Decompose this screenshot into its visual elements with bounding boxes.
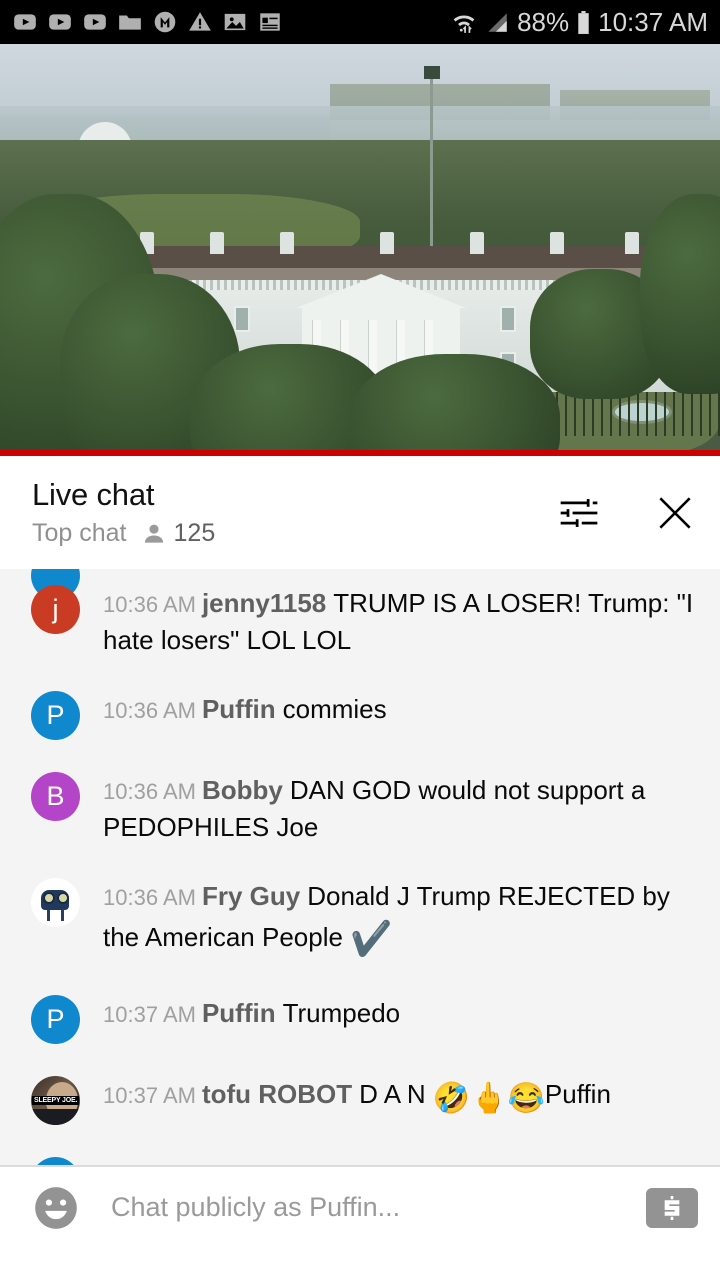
message-author[interactable]: tofu ROBOT: [202, 1079, 352, 1109]
message-timestamp: 10:36 AM: [103, 697, 196, 723]
chat-message-text: 10:37 AMPuffinTrumpedo: [103, 995, 698, 1032]
message-author[interactable]: jenny1158: [202, 588, 326, 618]
viewer-count: 125: [173, 519, 216, 547]
youtube-icon: [84, 14, 106, 30]
wifi-icon: [453, 15, 475, 33]
message-timestamp: 10:36 AM: [103, 778, 196, 804]
message-body-after: Puffin: [544, 1078, 611, 1109]
chat-message-text: 10:36 AM Bobby DAN GOD would not support a…: [103, 772, 698, 846]
avatar[interactable]: [31, 877, 80, 927]
message-body: Trumpedo: [282, 997, 401, 1028]
message-author[interactable]: Puffin: [202, 998, 276, 1028]
chat-mode-label[interactable]: Top chat: [32, 519, 127, 548]
check-mark-emoji: ✔️: [350, 919, 393, 958]
message-author[interactable]: Puffin: [202, 1160, 276, 1165]
avatar[interactable]: P: [31, 1156, 80, 1165]
battery-icon: [578, 10, 589, 34]
tree: [350, 354, 560, 456]
avatar[interactable]: P: [31, 994, 80, 1044]
message-author[interactable]: Fry Guy: [202, 881, 300, 911]
chat-message[interactable]: P 10:36 AM Puffin commies: [0, 675, 720, 756]
chat-input-bar[interactable]: Chat publicly as Puffin...: [0, 1167, 720, 1248]
chat-message[interactable]: 10:36 AM Fry Guy Donald J Trump REJECTED b…: [0, 862, 720, 979]
chat-message[interactable]: j 10:36 AM jenny1158 TRUMP IS A LOSER! Tru…: [0, 569, 720, 675]
message-author[interactable]: Bobby: [202, 775, 283, 805]
chat-message[interactable]: P 10:37 AMPuffinTrumpedo: [0, 979, 720, 1060]
chat-message-list[interactable]: j 10:36 AM jenny1158 TRUMP IS A LOSER! Tru…: [0, 569, 720, 1165]
chat-header-actions: [556, 490, 698, 536]
chat-message-text: 10:37 AM tofu ROBOT D A N 🤣🖕😂Puffin: [103, 1076, 698, 1121]
chat-message-text: 10:36 AM Puffin commies: [103, 691, 698, 728]
flag: [424, 66, 440, 79]
emoji-run: 🤣🖕😂: [432, 1081, 545, 1115]
chat-message[interactable]: SLEEPY JOE. 10:37 AM tofu ROBOT D A N 🤣🖕😂P…: [0, 1060, 720, 1141]
chat-title: Live chat: [32, 477, 155, 512]
folder-icon: [119, 15, 141, 30]
chat-message-text: 10:36 AM jenny1158 TRUMP IS A LOSER! Trump…: [103, 585, 698, 659]
message-timestamp: 10:36 AM: [103, 884, 196, 910]
message-timestamp: 10:37 AM: [103, 1001, 196, 1027]
message-timestamp: 10:36 AM: [103, 592, 196, 617]
chat-message[interactable]: P 10:37 AM Puffin Trumpedo: [0, 1141, 720, 1165]
live-chat-header: Live chat Top chat 125: [0, 456, 720, 569]
avatar-letter: j: [52, 594, 59, 624]
close-x-icon: [659, 496, 691, 529]
youtube-icon: [14, 14, 36, 30]
chat-message[interactable]: B 10:36 AM Bobby DAN GOD would not support…: [0, 756, 720, 862]
status-bar-right-icons: 88% 10:37 AM: [451, 7, 708, 38]
status-bar-left-icons: [12, 9, 283, 35]
message-timestamp: 10:37 AM: [103, 1164, 196, 1165]
person-icon: [144, 524, 163, 543]
status-bar: 88% 10:37 AM: [0, 0, 720, 44]
message-body: commies: [282, 693, 387, 724]
message-author[interactable]: Puffin: [202, 694, 276, 724]
avatar[interactable]: SLEEPY JOE.: [31, 1075, 80, 1125]
messenger-m-icon: [154, 11, 176, 33]
message-body: D A N: [359, 1078, 433, 1109]
avatar[interactable]: P: [31, 690, 80, 740]
chat-settings-button[interactable]: [556, 490, 602, 536]
notes-icon: [260, 13, 280, 31]
chat-subtitle-row: Top chat 125: [32, 519, 215, 548]
chat-title-group: Live chat Top chat 125: [32, 477, 215, 548]
chat-input-field[interactable]: Chat publicly as Puffin...: [111, 1192, 646, 1223]
avatar-overlay-text: SLEEPY JOE.: [32, 1095, 80, 1106]
super-chat-button[interactable]: [646, 1187, 698, 1228]
tune-sliders-icon: [560, 498, 598, 527]
video-player[interactable]: [0, 44, 720, 456]
avatar-letter: P: [46, 699, 65, 730]
viewer-count-group: 125: [141, 519, 216, 548]
smiley-face-icon[interactable]: [31, 1183, 81, 1233]
clock-label: 10:37 AM: [598, 6, 708, 37]
youtube-icon: [49, 14, 71, 30]
image-icon: [224, 13, 246, 31]
avatar[interactable]: B: [31, 771, 80, 821]
message-body: Trumpedo: [283, 1160, 401, 1165]
avatar[interactable]: j: [31, 585, 80, 634]
message-timestamp: 10:37 AM: [103, 1082, 196, 1108]
dollar-sign-icon: [664, 1195, 680, 1220]
chat-message-text: 10:37 AM Puffin Trumpedo: [103, 1157, 698, 1165]
warning-triangle-icon: [189, 12, 211, 31]
close-chat-button[interactable]: [652, 490, 698, 536]
video-progress-bar[interactable]: [0, 450, 720, 456]
chat-message-text: 10:36 AM Fry Guy Donald J Trump REJECTED b…: [103, 878, 698, 963]
battery-percent-label: 88%: [517, 6, 570, 37]
avatar-letter: P: [46, 1003, 65, 1034]
avatar-letter: B: [46, 780, 65, 811]
signal-icon: [488, 13, 507, 32]
